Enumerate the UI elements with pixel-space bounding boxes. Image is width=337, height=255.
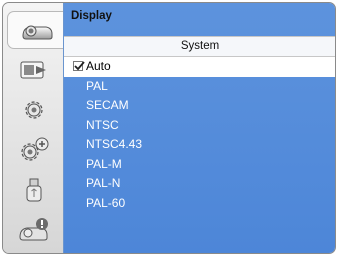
sidebar-item-information[interactable] bbox=[9, 213, 59, 247]
option-label: PAL-M bbox=[86, 156, 122, 171]
option-label: PAL bbox=[86, 78, 108, 93]
option-pal-60[interactable]: PAL-60 bbox=[64, 194, 335, 214]
option-pal-m[interactable]: PAL-M bbox=[64, 155, 335, 175]
input-icon bbox=[18, 58, 50, 82]
info-icon bbox=[17, 216, 51, 244]
sidebar-item-input[interactable] bbox=[9, 53, 59, 87]
option-ntsc[interactable]: NTSC bbox=[64, 116, 335, 136]
advanced-settings-icon bbox=[17, 136, 51, 164]
checkbox-icon bbox=[73, 61, 85, 71]
sidebar-item-display[interactable] bbox=[7, 11, 66, 49]
option-pal[interactable]: PAL bbox=[64, 77, 335, 97]
menu-title: Display bbox=[71, 10, 112, 22]
section-title: System bbox=[180, 40, 220, 52]
system-options-list: Auto PAL SECAM NTSC NTSC4.43 PAL-M PAL-N… bbox=[64, 57, 335, 214]
sidebar-item-memory-viewer[interactable] bbox=[9, 173, 59, 207]
option-secam[interactable]: SECAM bbox=[64, 96, 335, 116]
option-pal-n[interactable]: PAL-N bbox=[64, 174, 335, 194]
option-label: SECAM bbox=[86, 98, 129, 112]
menu-content-panel: Display System Auto PAL SECAM NTSC NTSC4… bbox=[63, 3, 335, 253]
option-auto[interactable]: Auto bbox=[64, 57, 335, 77]
sidebar-item-setting[interactable] bbox=[9, 93, 59, 127]
option-ntsc443[interactable]: NTSC4.43 bbox=[64, 135, 335, 155]
projector-icon bbox=[20, 19, 54, 41]
option-label: NTSC bbox=[86, 117, 119, 132]
option-label: NTSC4.43 bbox=[86, 137, 143, 151]
osd-menu-window: Display System Auto PAL SECAM NTSC NTSC4… bbox=[2, 2, 336, 254]
option-label: Auto bbox=[86, 59, 111, 73]
option-label: PAL-N bbox=[86, 176, 121, 190]
option-label: PAL-60 bbox=[86, 195, 126, 210]
menu-sidebar bbox=[3, 3, 66, 253]
gear-icon bbox=[19, 96, 49, 124]
sidebar-item-expand[interactable] bbox=[9, 133, 59, 167]
section-header: System bbox=[64, 36, 335, 57]
usb-icon bbox=[22, 176, 46, 204]
